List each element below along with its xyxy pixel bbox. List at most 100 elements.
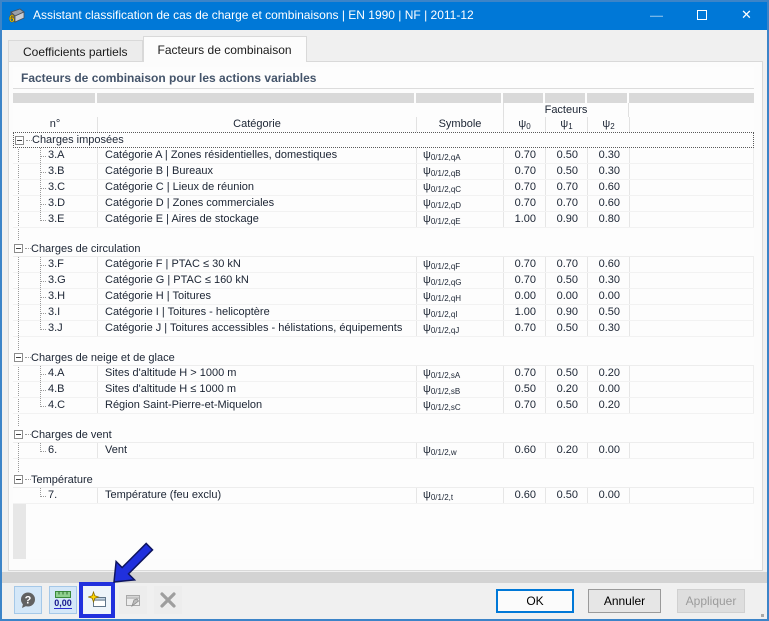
cell-psi0: 1.00 — [503, 212, 545, 227]
table-row[interactable]: 3.C Catégorie C | Lieux de réunion ψ0/1/… — [13, 180, 754, 196]
group-row[interactable]: Charges imposées — [13, 132, 754, 148]
cell-psi0: 0.70 — [503, 180, 545, 195]
cell-no: 3.C — [48, 181, 66, 193]
cell-empty — [629, 212, 754, 227]
cell-symbol: ψ0/1/2,qA — [416, 148, 503, 163]
cell-psi2: 0.00 — [587, 382, 629, 397]
cell-psi1: 0.50 — [545, 366, 587, 381]
table-row[interactable]: 3.F Catégorie F | PTAC ≤ 30 kN ψ0/1/2,qF… — [13, 257, 754, 273]
cell-psi1: 0.70 — [545, 196, 587, 211]
table-row[interactable]: 6. Vent ψ0/1/2,w 0.60 0.20 0.00 — [13, 443, 754, 459]
cell-no: 3.G — [48, 274, 66, 286]
cell-psi0: 0.70 — [503, 257, 545, 272]
cell-category: Catégorie E | Aires de stockage — [97, 212, 416, 227]
cell-psi1: 0.70 — [545, 180, 587, 195]
cell-psi2: 0.60 — [587, 196, 629, 211]
cell-psi2: 0.80 — [587, 212, 629, 227]
table-header-strip — [13, 93, 754, 103]
table-row[interactable]: 3.B Catégorie B | Bureaux ψ0/1/2,qB 0.70… — [13, 164, 754, 180]
table-row[interactable]: 3.I Catégorie I | Toitures - helicoptère… — [13, 305, 754, 321]
tree-collapse-icon[interactable] — [14, 353, 31, 362]
cell-psi0: 0.70 — [503, 164, 545, 179]
cell-empty — [629, 382, 754, 397]
cell-psi1: 0.50 — [545, 488, 587, 503]
cell-psi2: 0.50 — [587, 305, 629, 320]
cell-no: 3.I — [48, 306, 61, 318]
window-title: Assistant classification de cas de charg… — [33, 8, 474, 22]
cell-psi2: 0.60 — [587, 257, 629, 272]
cell-psi0: 0.00 — [503, 289, 545, 304]
resize-grip[interactable] — [761, 614, 764, 617]
cell-psi1: 0.20 — [545, 443, 587, 458]
apply-button[interactable]: Appliquer — [677, 589, 745, 613]
cell-psi0: 0.50 — [503, 382, 545, 397]
cell-empty — [629, 443, 754, 458]
cell-category: Température (feu exclu) — [97, 488, 416, 503]
cell-no: 3.H — [48, 290, 66, 302]
table-row[interactable]: 3.G Catégorie G | PTAC ≤ 160 kN ψ0/1/2,q… — [13, 273, 754, 289]
cell-symbol: ψ0/1/2,qF — [416, 257, 503, 272]
tree-collapse-icon[interactable] — [14, 475, 31, 484]
table-row[interactable]: 4.A Sites d'altitude H > 1000 m ψ0/1/2,s… — [13, 366, 754, 382]
grid-body: Charges imposées 3.A Catégorie A | Zones… — [13, 132, 754, 559]
cell-category: Catégorie F | PTAC ≤ 30 kN — [97, 257, 416, 272]
edit-combination-button[interactable] — [119, 586, 147, 614]
edit-combination-icon — [126, 595, 140, 608]
cell-symbol: ψ0/1/2,qI — [416, 305, 503, 320]
cell-symbol: ψ0/1/2,sB — [416, 382, 503, 397]
cell-psi0: 0.70 — [503, 148, 545, 163]
group-row[interactable]: Charges de circulation — [13, 241, 754, 257]
cell-category: Catégorie C | Lieux de réunion — [97, 180, 416, 195]
cell-psi1: 0.50 — [545, 148, 587, 163]
cell-no: 6. — [48, 444, 58, 456]
units-icon: 0,00 — [54, 591, 72, 609]
cell-psi2: 0.30 — [587, 273, 629, 288]
ok-button[interactable]: OK — [496, 589, 574, 613]
minimize-button[interactable]: — — [634, 2, 679, 30]
table-row[interactable]: 3.H Catégorie H | Toitures ψ0/1/2,qH 0.0… — [13, 289, 754, 305]
help-button[interactable]: ? — [14, 586, 42, 614]
cell-no: 3.E — [48, 213, 65, 225]
table-row[interactable]: 3.E Catégorie E | Aires de stockage ψ0/1… — [13, 212, 754, 228]
cell-symbol: ψ0/1/2,qJ — [416, 321, 503, 336]
cell-psi2: 0.00 — [587, 289, 629, 304]
cell-psi2: 0.30 — [587, 164, 629, 179]
cell-psi0: 1.00 — [503, 305, 545, 320]
cell-symbol: ψ0/1/2,qD — [416, 196, 503, 211]
cell-psi1: 0.90 — [545, 212, 587, 227]
table-row[interactable]: 7. Température (feu exclu) ψ0/1/2,t 0.60… — [13, 488, 754, 504]
cell-category: Catégorie H | Toitures — [97, 289, 416, 304]
tree-collapse-icon[interactable] — [15, 136, 32, 145]
cell-psi2: 0.30 — [587, 321, 629, 336]
cell-no: 3.J — [48, 322, 63, 334]
new-combination-button[interactable] — [84, 586, 112, 614]
cell-symbol: ψ0/1/2,qH — [416, 289, 503, 304]
tab-bar: Coefficients partiels Facteurs de combin… — [8, 36, 307, 62]
group-row[interactable]: Charges de vent — [13, 427, 754, 443]
tab-facteurs-de-combinaison[interactable]: Facteurs de combinaison — [142, 36, 307, 62]
units-button[interactable]: 0,00 — [49, 586, 77, 614]
units-label: 0,00 — [54, 598, 72, 609]
cell-symbol: ψ0/1/2,qC — [416, 180, 503, 195]
table-row[interactable]: 3.J Catégorie J | Toitures accessibles -… — [13, 321, 754, 337]
tree-collapse-icon[interactable] — [14, 244, 31, 253]
cell-category: Catégorie A | Zones résidentielles, dome… — [97, 148, 416, 163]
table-row[interactable]: 3.D Catégorie D | Zones commerciales ψ0/… — [13, 196, 754, 212]
cell-category: Catégorie D | Zones commerciales — [97, 196, 416, 211]
maximize-button[interactable] — [679, 2, 724, 30]
tree-collapse-icon[interactable] — [14, 430, 31, 439]
table-row[interactable]: 3.A Catégorie A | Zones résidentielles, … — [13, 148, 754, 164]
group-label: Température — [31, 473, 93, 486]
table-row[interactable]: 4.C Région Saint-Pierre-et-Miquelon ψ0/1… — [13, 398, 754, 414]
tab-coefficients-partiels[interactable]: Coefficients partiels — [8, 40, 143, 62]
cell-psi1: 0.90 — [545, 305, 587, 320]
close-button[interactable]: ✕ — [724, 2, 767, 30]
group-row[interactable]: Température — [13, 472, 754, 488]
cell-psi1: 0.50 — [545, 273, 587, 288]
table-row[interactable]: 4.B Sites d'altitude H ≤ 1000 m ψ0/1/2,s… — [13, 382, 754, 398]
group-row[interactable]: Charges de neige et de glace — [13, 350, 754, 366]
delete-button[interactable] — [154, 586, 182, 614]
footer-toolbar: ? 0,00 — [14, 586, 182, 614]
cancel-button[interactable]: Annuler — [588, 589, 661, 613]
cell-category: Sites d'altitude H ≤ 1000 m — [97, 382, 416, 397]
